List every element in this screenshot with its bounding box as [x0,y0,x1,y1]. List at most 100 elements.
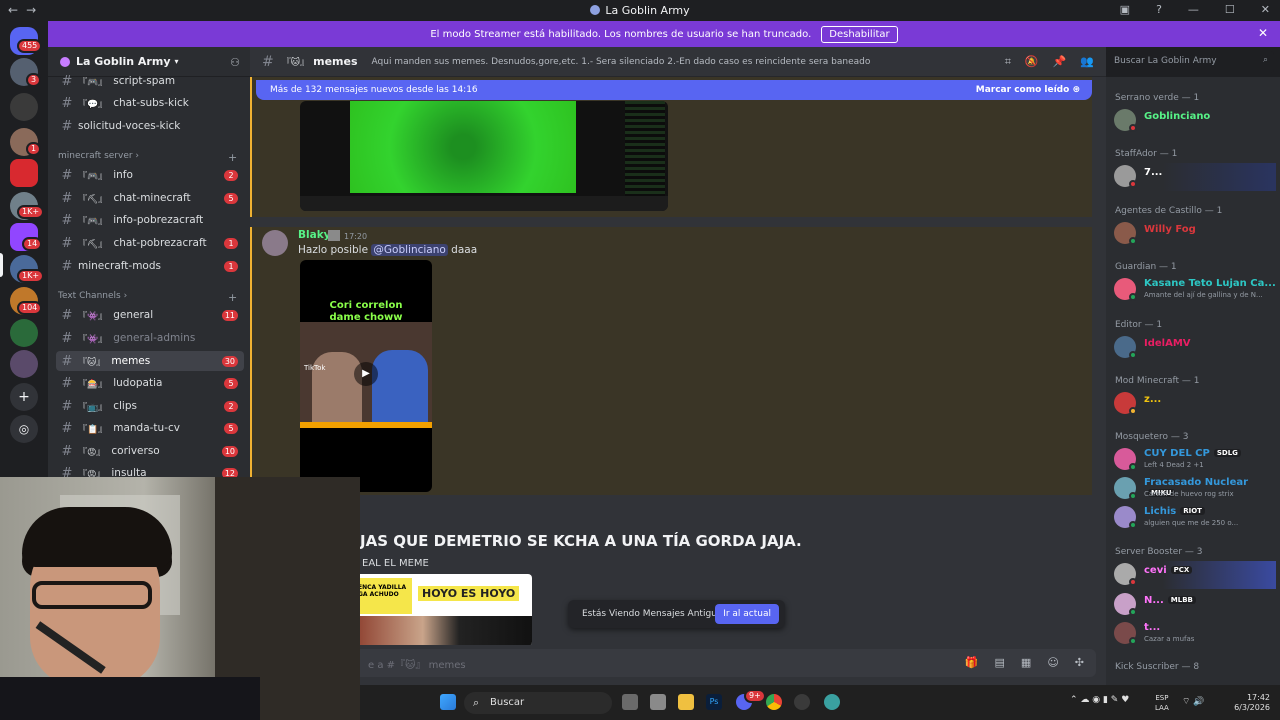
maximize-icon[interactable]: ☐ [1225,3,1235,16]
hash-icon: # [61,95,73,111]
channel-chat-subs-kick[interactable]: # 『💬』 chat-subs-kick [56,93,244,113]
file-explorer-icon[interactable] [678,694,694,710]
avatar[interactable] [262,230,288,256]
channel-general-admins[interactable]: # 『👾』 general-admins [56,328,244,348]
status-dot [1129,637,1137,645]
video-attachment[interactable]: Cori correlon dame choww TikTok ▶ [300,260,432,492]
channel-chat-pobrezacraft[interactable]: # 『⛏』 chat-pobrezacraft 1 [56,233,244,253]
member-item[interactable]: t... Cazar a mufas [1114,620,1276,648]
tray-icons[interactable]: ⌃ ☁ ◉ ▮ ✎ ♥ [1070,695,1129,705]
photoshop-icon[interactable]: Ps [706,694,722,710]
pin-icon[interactable]: 📌 [1053,55,1067,69]
close-icon[interactable]: ✕ [1261,3,1270,16]
member-item[interactable]: IdelAMV [1114,334,1276,362]
add-server-icon[interactable]: + [10,383,38,411]
status-dot [1129,578,1137,586]
video-caption: Cori correlon dame choww [329,300,403,323]
attachment-image[interactable] [300,101,668,211]
channel-info-pobrezacraft[interactable]: # 『🎮』 info-pobrezacraft [56,210,244,230]
channel-minecraft-mods[interactable]: # minecraft-mods 1 [56,256,244,276]
meme-right-text: HOYO ES HOYO [418,586,520,601]
category-minecraft[interactable]: minecraft server › + [58,151,237,164]
status-dot [1129,237,1137,245]
hash-icon: # [61,465,73,478]
member-item[interactable]: z... [1114,390,1276,418]
app-icon[interactable] [650,694,666,710]
network-volume-icons[interactable]: ⌔ 🔊 [1182,696,1205,707]
minimize-icon[interactable]: — [1188,3,1199,16]
unread-count: 5 [224,192,238,204]
channel-memes[interactable]: # 『🐱』 memes 30 [56,351,244,371]
status-dot [1129,180,1137,188]
language-indicator[interactable]: ESP LAA [1155,693,1169,713]
add-member-icon[interactable]: ⚇ [230,56,240,69]
server-icon-4[interactable] [10,159,38,187]
discord-badge: 9+ [744,689,766,703]
channel-general[interactable]: # 『👾』 general 11 [56,305,244,325]
member-list-icon[interactable]: 👥 [1080,55,1094,69]
task-view-icon[interactable] [622,694,638,710]
member-item[interactable]: Willy Fog [1114,220,1276,248]
member-item[interactable]: N... MLBB [1114,591,1276,619]
member-item[interactable]: Fracasado NuclearMIKU Carton de huevo rog… [1114,475,1276,503]
discover-icon[interactable]: ◎ [10,415,38,443]
search-input[interactable]: Buscar La Goblin Army ⌕ [1106,51,1274,73]
channel-solicitud-voces-kick[interactable]: # solicitud-voces-kick [56,116,244,136]
member-item[interactable]: Goblinciano [1114,107,1276,135]
play-icon[interactable]: ▶ [354,362,378,386]
gift-icon[interactable]: 🎁 [965,656,979,669]
channel-insulta[interactable]: # 『😡』 insulta 12 [56,463,244,477]
channel-info[interactable]: # 『🎮』 info 2 [56,165,244,185]
emoji-icon[interactable]: ☺ [1047,656,1058,669]
help-icon[interactable]: ? [1156,3,1162,16]
hash-icon: # [61,375,73,391]
message-composer: e a #『🐱』 memes 🎁 ▤ ▦ ☺ ✣ [250,645,1106,685]
channel-chat-minecraft[interactable]: # 『⛏』 chat-minecraft 5 [56,188,244,208]
threads-icon[interactable]: ⌗ [1005,55,1011,69]
member-item[interactable]: Kasane Teto Lujan Ca... Amante del ají de… [1114,276,1276,304]
channel-script-spam[interactable]: # 『🎮』 script-spam [56,71,244,91]
disable-streamer-button[interactable]: Deshabilitar [821,25,898,43]
taskbar-search[interactable]: ⌕ Buscar [464,692,612,714]
user-mention[interactable]: @Goblinciano [371,244,448,256]
new-messages-bar[interactable]: Más de 132 mensajes nuevos desde las 14:… [256,80,1092,100]
server-icon-9[interactable] [10,350,38,378]
steam-icon[interactable] [794,694,810,710]
unread-count: 11 [221,309,238,321]
inbox-icon[interactable]: ▣ [1120,3,1130,16]
member-category: StaffAdor — 1 [1115,149,1178,159]
channel-topic[interactable]: Aqui manden sus memes. Desnudos,gore,etc… [372,57,871,67]
member-item[interactable]: CUY DEL CP SDLG Left 4 Dead 2 +1 [1114,446,1276,474]
category-text-channels[interactable]: Text Channels › + [58,291,237,304]
channel-manda-tu-cv[interactable]: # 『📋』 manda-tu-cv 5 [56,418,244,438]
clan-tag: RIOT [1180,507,1205,515]
status-dot [1129,463,1137,471]
apps-icon[interactable]: ✣ [1075,656,1084,669]
chrome-icon[interactable] [766,694,782,710]
channel-sidebar: La Goblin Army ▾ ⚇ # 『🎮』 script-spam # 『💬』 c… [48,47,250,477]
message-username[interactable]: Blaky [298,229,331,241]
hash-icon: # [61,190,73,206]
channel-coriverso[interactable]: # 『😡』 coriverso 10 [56,441,244,461]
windows-start-icon[interactable] [440,694,456,710]
jump-to-present-button[interactable]: Ir al actual [715,604,779,624]
gif-icon[interactable]: ▤ [995,656,1005,669]
member-item[interactable]: cevi PCX [1114,561,1276,589]
member-item[interactable]: Lichis RIOT alguien que me de 250 o... [1114,504,1276,532]
window-titlebar: ←→ La Goblin Army ▣ ? — ☐ ✕ [0,0,1280,21]
webcam-overlay [0,477,360,720]
sticker-icon[interactable]: ▦ [1021,656,1031,669]
clock[interactable]: 17:42 6/3/2026 [1234,693,1270,713]
meme-image[interactable]: ENCA YADILLA GA ACHUDO HOYO ES HOYO [350,574,532,646]
server-icon-8[interactable] [10,319,38,347]
member-item[interactable]: 7... [1114,163,1276,191]
close-banner-icon[interactable]: ✕ [1258,26,1268,40]
app-icon[interactable] [824,694,840,710]
mark-read-button[interactable]: Marcar como leído ⊛ [976,85,1080,95]
channel-clips[interactable]: # 『📺』 clips 2 [56,396,244,416]
server-icon-2[interactable] [10,93,38,121]
add-channel-icon[interactable]: + [228,151,237,164]
channel-ludopatia[interactable]: # 『🎰』 ludopatia 5 [56,373,244,393]
mute-bell-icon[interactable]: 🔕 [1025,55,1039,69]
add-channel-icon[interactable]: + [228,291,237,304]
